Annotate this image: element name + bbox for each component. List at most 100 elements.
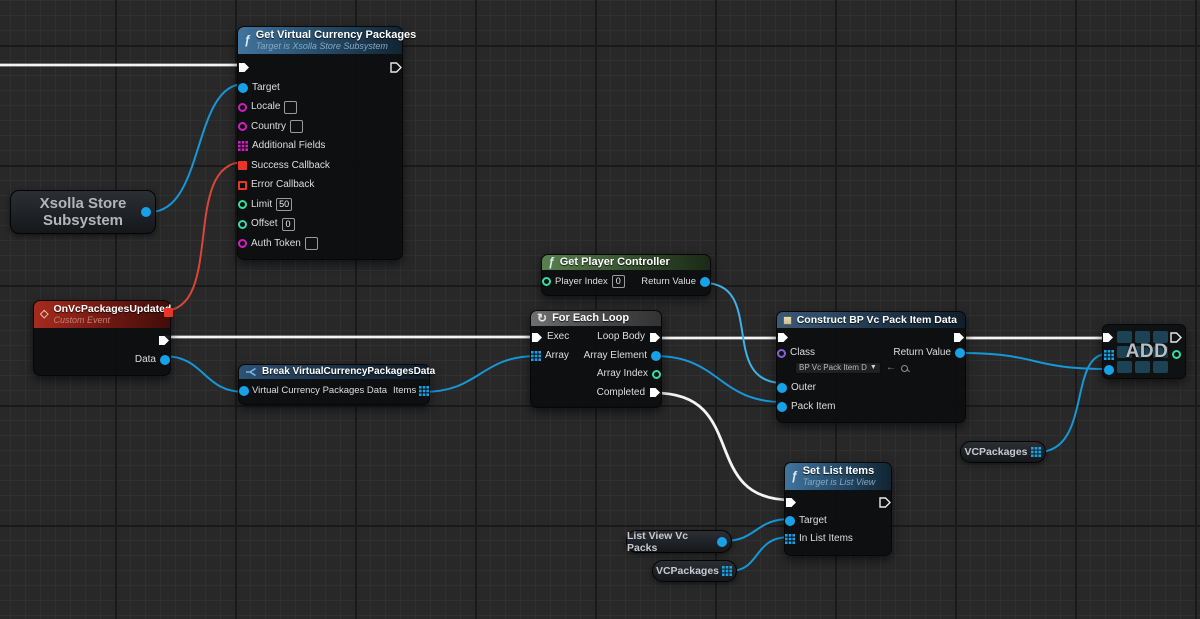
struct-in-pin[interactable] — [239, 386, 249, 396]
error-callback-delegate-pin[interactable] — [238, 181, 247, 190]
node-array-add[interactable]: ADD — [1102, 324, 1186, 379]
exec-out-pin[interactable] — [1170, 332, 1182, 343]
pin-label: Limit — [251, 200, 272, 210]
variable-label: Xsolla Store Subsystem — [21, 195, 145, 230]
country-value-box[interactable] — [290, 120, 303, 133]
variable-label: List View Vc Packs — [627, 530, 717, 554]
exec-out-pin[interactable] — [390, 62, 402, 73]
browse-icon[interactable] — [901, 365, 908, 372]
exec-in-pin[interactable] — [238, 62, 250, 73]
node-header[interactable]: Construct BP Vc Pack Item Data — [777, 312, 965, 328]
auth-token-pin[interactable] — [238, 239, 247, 248]
function-icon: ƒ — [791, 470, 798, 482]
node-title: OnVcPackagesUpdated — [53, 303, 171, 315]
class-select-dropdown[interactable]: BP Vc Pack Item D ▼ — [795, 362, 881, 375]
node-on-vc-packages-updated[interactable]: ◇ OnVcPackagesUpdated Custom Event Data — [33, 300, 171, 376]
data-out-pin[interactable] — [160, 355, 170, 365]
player-index-value-box[interactable]: 0 — [612, 275, 625, 288]
pin-label: Pack Item — [791, 402, 835, 412]
completed-exec-pin[interactable] — [649, 387, 661, 398]
node-header[interactable]: ƒ Get Player Controller — [542, 255, 710, 270]
exec-out-pin[interactable] — [953, 332, 965, 343]
country-pin[interactable] — [238, 122, 247, 131]
event-delegate-pin[interactable] — [164, 308, 173, 317]
limit-value-box[interactable]: 50 — [276, 198, 292, 211]
vcpackages-array-out-pin[interactable] — [722, 566, 732, 576]
locale-value-box[interactable] — [284, 101, 297, 114]
pin-label: Loop Body — [597, 332, 645, 342]
success-callback-delegate-pin[interactable] — [238, 161, 247, 170]
subsystem-output-pin[interactable] — [141, 207, 151, 217]
construct-box-icon — [783, 316, 792, 325]
pin-label: Return Value — [641, 277, 696, 287]
node-title: Get Virtual Currency Packages — [256, 29, 417, 41]
pin-label: Array — [545, 351, 569, 361]
grid-cell — [1135, 361, 1150, 373]
offset-value-box[interactable]: 0 — [282, 218, 295, 231]
node-header[interactable]: ◇ OnVcPackagesUpdated Custom Event — [34, 301, 170, 328]
function-icon: ƒ — [244, 34, 251, 46]
node-for-each-loop[interactable]: ↻ For Each Loop Exec Loop Body Array Arr… — [530, 310, 662, 408]
exec-out-pin[interactable] — [158, 335, 170, 346]
chevron-down-icon: ▼ — [870, 364, 877, 372]
index-out-pin[interactable] — [1172, 350, 1181, 359]
node-set-list-items[interactable]: ƒ Set List Items Target is List View Tar… — [784, 462, 892, 556]
node-title: Break VirtualCurrencyPackagesData — [262, 366, 435, 377]
node-header[interactable]: ↻ For Each Loop — [531, 311, 661, 326]
element-in-pin[interactable] — [1104, 365, 1114, 375]
node-vcpackages-variable[interactable]: VCPackages — [960, 441, 1046, 463]
variable-label: VCPackages — [656, 565, 719, 577]
pin-label: Virtual Currency Packages Data — [252, 386, 387, 396]
array-in-pin[interactable] — [1104, 350, 1114, 360]
array-in-pin[interactable] — [531, 351, 541, 361]
node-header[interactable]: ƒ Set List Items Target is List View — [785, 463, 891, 490]
node-get-virtual-currency-packages[interactable]: ƒ Get Virtual Currency Packages Target i… — [237, 26, 403, 260]
limit-pin[interactable] — [238, 200, 247, 209]
outer-pin[interactable] — [777, 383, 787, 393]
node-header[interactable]: Break VirtualCurrencyPackagesData — [239, 365, 429, 379]
custom-event-icon: ◇ — [40, 309, 48, 320]
return-value-pin[interactable] — [700, 277, 710, 287]
node-xsolla-store-subsystem[interactable]: Xsolla Store Subsystem — [10, 190, 156, 234]
list-view-out-pin[interactable] — [717, 537, 727, 547]
pin-label: Additional Fields — [252, 141, 325, 151]
auth-token-value-box[interactable] — [305, 237, 318, 250]
offset-pin[interactable] — [238, 220, 247, 229]
node-subtitle: Target is List View — [803, 477, 876, 487]
pin-label: Exec — [547, 332, 569, 342]
node-list-view-vc-packs-variable[interactable]: List View Vc Packs — [626, 530, 732, 553]
target-pin[interactable] — [238, 83, 248, 93]
pin-label: Country — [251, 122, 286, 132]
target-pin[interactable] — [785, 516, 795, 526]
node-get-player-controller[interactable]: ƒ Get Player Controller Player Index 0 R… — [541, 254, 711, 296]
vcpackages-array-out-pin[interactable] — [1031, 447, 1041, 457]
in-list-items-array-pin[interactable] — [785, 534, 795, 544]
grid-cell — [1153, 361, 1168, 373]
exec-in-pin[interactable] — [785, 497, 797, 508]
node-header[interactable]: ƒ Get Virtual Currency Packages Target i… — [238, 27, 402, 54]
exec-in-pin[interactable] — [531, 332, 543, 343]
exec-in-pin[interactable] — [777, 332, 789, 343]
array-element-pin[interactable] — [651, 351, 661, 361]
items-array-out-pin[interactable] — [419, 386, 429, 396]
pin-label: Items — [393, 386, 416, 396]
locale-pin[interactable] — [238, 103, 247, 112]
node-break-virtual-currency-packages-data[interactable]: Break VirtualCurrencyPackagesData Virtua… — [238, 364, 430, 405]
pin-label: In List Items — [799, 534, 853, 544]
pack-item-pin[interactable] — [777, 402, 787, 412]
exec-out-pin[interactable] — [879, 497, 891, 508]
pin-label: Array Index — [597, 369, 648, 379]
additional-fields-array-pin[interactable] — [238, 141, 248, 151]
node-construct-bp-vc-pack-item-data[interactable]: Construct BP Vc Pack Item Data Class Ret… — [776, 311, 966, 423]
node-vcpackages-variable[interactable]: VCPackages — [652, 560, 737, 582]
player-index-pin[interactable] — [542, 277, 551, 286]
array-index-pin[interactable] — [652, 370, 661, 379]
node-title: Construct BP Vc Pack Item Data — [797, 314, 957, 326]
loop-body-exec-pin[interactable] — [649, 332, 661, 343]
loop-icon: ↻ — [537, 312, 547, 324]
return-value-pin[interactable] — [955, 348, 965, 358]
exec-in-pin[interactable] — [1102, 332, 1114, 343]
use-selected-icon[interactable]: ← — [886, 363, 896, 373]
class-pin[interactable] — [777, 349, 786, 358]
class-select-value: BP Vc Pack Item D — [799, 364, 867, 373]
